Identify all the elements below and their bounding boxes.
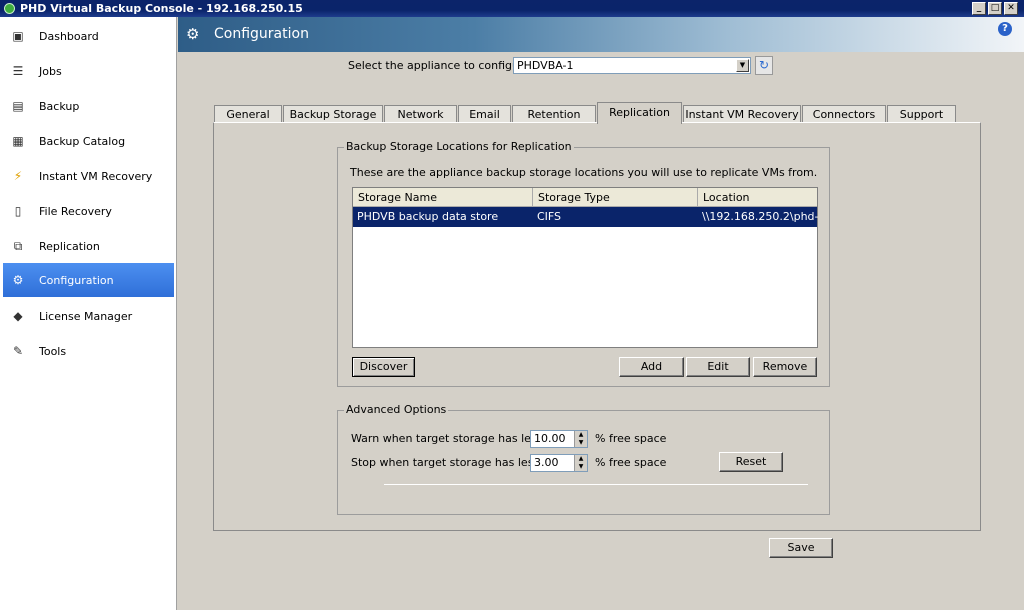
appliance-select[interactable]: PHDVBA-1 ▼ — [513, 57, 751, 74]
table-row[interactable]: PHDVB backup data store CIFS \\192.168.2… — [353, 207, 819, 243]
appliance-select-value: PHDVBA-1 — [517, 59, 574, 72]
replication-tab-panel: Backup Storage Locations for Replication… — [213, 122, 981, 531]
window-title: PHD Virtual Backup Console - 192.168.250… — [20, 2, 303, 15]
warn-threshold-value: 10.00 — [534, 432, 566, 445]
advanced-options-group: Advanced Options Warn when target storag… — [337, 403, 830, 515]
add-button[interactable]: Add — [619, 357, 684, 377]
main-panel: ⚙ Configuration ? Select the appliance t… — [178, 17, 1024, 610]
backup-icon: ▤ — [12, 99, 24, 113]
app-icon — [4, 3, 15, 14]
storage-locations-group: Backup Storage Locations for Replication… — [337, 140, 830, 387]
cell-location: \\192.168.250.2\phd-1\ — [702, 210, 819, 243]
sidebar-item-label: Dashboard — [39, 30, 99, 43]
divider — [384, 484, 808, 485]
stop-suffix: % free space — [595, 456, 667, 469]
table-header: Storage Name Storage Type Location — [353, 188, 817, 207]
tab-email[interactable]: Email — [458, 105, 511, 123]
sidebar-item-backup-catalog[interactable]: ▦ Backup Catalog — [3, 124, 174, 158]
catalog-icon: ▦ — [12, 134, 24, 148]
tab-network[interactable]: Network — [384, 105, 457, 123]
tab-general[interactable]: General — [214, 105, 282, 123]
sidebar-item-tools[interactable]: ✎ Tools — [3, 334, 174, 368]
sidebar-item-dashboard[interactable]: ▣ Dashboard — [3, 19, 174, 53]
sidebar-item-backup[interactable]: ▤ Backup — [3, 89, 174, 123]
lightning-icon: ⚡ — [13, 169, 23, 183]
group-title: Backup Storage Locations for Replication — [344, 140, 574, 153]
warn-suffix: % free space — [595, 432, 667, 445]
sidebar-item-configuration[interactable]: ⚙ Configuration — [3, 263, 174, 297]
chevron-down-icon[interactable]: ▼ — [736, 59, 749, 72]
spinner-arrows-icon[interactable]: ▲ ▼ — [574, 455, 587, 471]
refresh-button[interactable]: ↻ — [755, 56, 773, 75]
sidebar-item-label: Tools — [39, 345, 67, 358]
key-icon: ◆ — [13, 309, 23, 323]
file-icon: ▯ — [14, 204, 22, 218]
reset-button[interactable]: Reset — [719, 452, 783, 472]
sidebar-item-jobs[interactable]: ☰ Jobs — [3, 54, 174, 88]
cell-storage-type: CIFS — [537, 210, 562, 223]
sidebar-item-replication[interactable]: ⧉ Replication — [3, 229, 174, 263]
sidebar-item-label: File Recovery — [39, 205, 112, 218]
maximize-button[interactable]: □ — [988, 2, 1002, 15]
storage-table: Storage Name Storage Type Location PHDVB… — [352, 187, 819, 348]
cell-storage-name: PHDVB backup data store — [357, 210, 499, 223]
sidebar: ▣ Dashboard ☰ Jobs ▤ Backup ▦ Backup Cat… — [0, 17, 177, 610]
stop-threshold-spinner[interactable]: 3.00 ▲ ▼ — [530, 454, 588, 472]
warn-threshold-spinner[interactable]: 10.00 ▲ ▼ — [530, 430, 588, 448]
tab-backup-storage[interactable]: Backup Storage — [283, 105, 383, 123]
edit-button[interactable]: Edit — [686, 357, 750, 377]
save-button[interactable]: Save — [769, 538, 833, 558]
sidebar-item-file-recovery[interactable]: ▯ File Recovery — [3, 194, 174, 228]
stop-threshold-value: 3.00 — [534, 456, 559, 469]
sidebar-item-license-manager[interactable]: ◆ License Manager — [3, 299, 174, 333]
sidebar-item-label: Backup Catalog — [39, 135, 126, 148]
sidebar-item-instant-vm-recovery[interactable]: ⚡ Instant VM Recovery — [3, 159, 174, 193]
tab-instant-vm-recovery[interactable]: Instant VM Recovery — [683, 105, 801, 123]
discover-button[interactable]: Discover — [352, 357, 415, 377]
close-button[interactable]: ✕ — [1004, 2, 1018, 15]
help-icon[interactable]: ? — [998, 22, 1012, 36]
gear-icon: ⚙ — [186, 25, 200, 43]
dashboard-icon: ▣ — [12, 29, 24, 43]
column-location[interactable]: Location — [698, 188, 817, 207]
sidebar-item-label: Instant VM Recovery — [39, 170, 153, 183]
sidebar-item-label: Backup — [39, 100, 80, 113]
replication-icon: ⧉ — [13, 239, 23, 253]
page-header: ⚙ Configuration — [178, 17, 1024, 52]
window-title-bar: PHD Virtual Backup Console - 192.168.250… — [0, 0, 1024, 17]
remove-button[interactable]: Remove — [753, 357, 817, 377]
jobs-icon: ☰ — [12, 64, 24, 78]
tab-retention[interactable]: Retention — [512, 105, 596, 123]
tab-support[interactable]: Support — [887, 105, 956, 123]
group-description: These are the appliance backup storage l… — [350, 166, 818, 179]
appliance-label: Select the appliance to configure: — [348, 59, 534, 72]
spinner-arrows-icon[interactable]: ▲ ▼ — [574, 431, 587, 447]
minimize-button[interactable]: _ — [972, 2, 986, 15]
tab-replication[interactable]: Replication — [597, 102, 682, 124]
sidebar-item-label: Configuration — [39, 274, 114, 287]
column-storage-type[interactable]: Storage Type — [533, 188, 698, 207]
tab-connectors[interactable]: Connectors — [802, 105, 886, 123]
sidebar-item-label: License Manager — [39, 310, 133, 323]
sidebar-item-label: Jobs — [39, 65, 62, 78]
sidebar-item-label: Replication — [39, 240, 100, 253]
gear-icon: ⚙ — [12, 273, 24, 287]
column-storage-name[interactable]: Storage Name — [353, 188, 533, 207]
page-title: Configuration — [214, 26, 309, 42]
refresh-icon: ↻ — [758, 58, 770, 72]
group-title: Advanced Options — [344, 403, 449, 416]
wrench-icon: ✎ — [12, 344, 24, 358]
